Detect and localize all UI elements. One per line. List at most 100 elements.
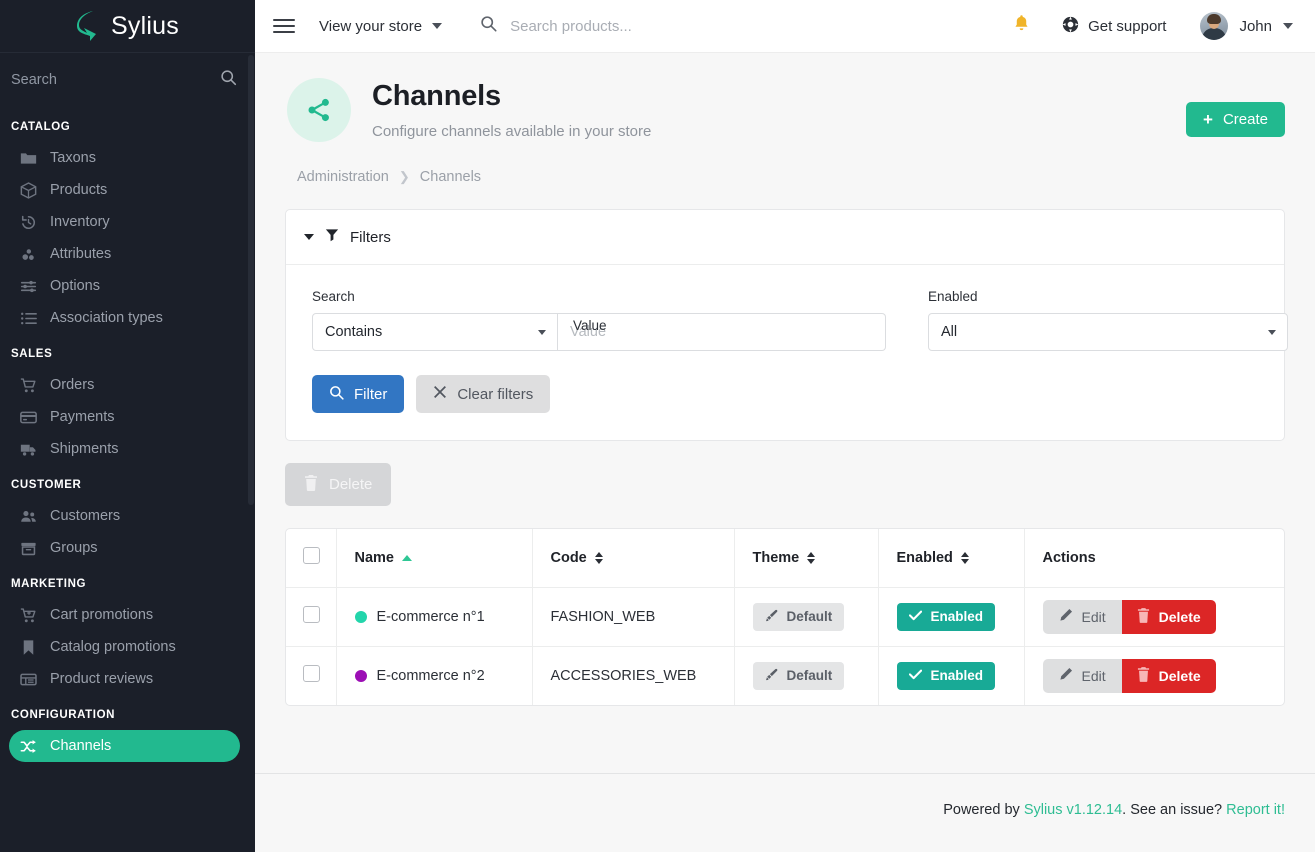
sidebar-item-label: Channels: [50, 738, 112, 754]
sidebar-item-groups[interactable]: Groups: [9, 532, 240, 564]
check-icon: [908, 609, 922, 624]
channel-name: E-commerce n°1: [376, 608, 485, 625]
sidebar-item-orders[interactable]: Orders: [9, 369, 240, 401]
sort-both-icon: [960, 551, 969, 564]
cell-name: E-commerce n°2: [336, 646, 533, 705]
channels-table: Name Code Theme Enabled Actions E-commer…: [285, 528, 1285, 706]
column-header-name[interactable]: Name: [336, 529, 533, 588]
filters-panel-header[interactable]: Filters: [286, 210, 1284, 265]
bulk-delete-button[interactable]: Delete: [285, 463, 392, 506]
breadcrumb: Administration ❯ Channels: [255, 142, 1315, 185]
enabled-badge-label: Enabled: [930, 668, 984, 684]
filter-button[interactable]: Filter: [312, 375, 405, 413]
bookmark-icon: [18, 637, 38, 657]
hamburger-icon[interactable]: [273, 15, 295, 37]
sidebar-item-label: Orders: [50, 377, 95, 393]
sidebar-item-customers[interactable]: Customers: [9, 500, 240, 532]
enabled-badge-label: Enabled: [930, 609, 984, 624]
cell-actions: Edit Delete: [1024, 587, 1284, 647]
lifebuoy-icon: [1062, 16, 1079, 37]
sidebar-item-label: Cart promotions: [50, 607, 154, 623]
list-icon: [18, 308, 38, 328]
sidebar-scrollbar-thumb[interactable]: [248, 55, 254, 505]
filter-value-input[interactable]: [558, 313, 886, 351]
box-icon: [18, 180, 38, 200]
report-issue-link[interactable]: Report it!: [1226, 802, 1285, 818]
caret-down-icon: [538, 329, 546, 335]
sylius-version-link[interactable]: Sylius v1.12.14: [1024, 802, 1122, 818]
filter-value-label: Value: [573, 318, 607, 333]
share-nodes-icon: [287, 78, 351, 142]
enabled-badge: Enabled: [896, 602, 996, 631]
cell-actions: Edit Delete: [1024, 646, 1284, 705]
sliders-icon: [18, 276, 38, 296]
page-subtitle: Configure channels available in your sto…: [372, 122, 652, 140]
row-checkbox[interactable]: [303, 665, 320, 683]
bell-icon[interactable]: [1013, 14, 1030, 38]
credit-card-icon: [18, 407, 38, 427]
edit-button[interactable]: Edit: [1042, 599, 1122, 634]
sidebar-item-cart-promotions[interactable]: Cart promotions: [9, 599, 240, 631]
sidebar-section-title: MARKETING: [11, 578, 87, 590]
sidebar-item-products[interactable]: Products: [9, 174, 240, 206]
filter-icon: [325, 228, 339, 247]
bulk-actions: Delete: [255, 441, 1315, 506]
sidebar-search[interactable]: Search: [0, 53, 255, 107]
select-all-checkbox[interactable]: [303, 547, 320, 565]
clear-filters-button[interactable]: Clear filters: [416, 375, 551, 413]
enabled-select[interactable]: All: [928, 313, 1288, 351]
filters-title: Filters: [350, 228, 391, 246]
shuffle-icon: [18, 736, 38, 756]
sidebar-item-catalog-promotions[interactable]: Catalog promotions: [9, 631, 240, 663]
topbar-search[interactable]: Search products...: [480, 15, 1013, 37]
column-header-theme[interactable]: Theme: [734, 529, 879, 588]
sidebar-item-shipments[interactable]: Shipments: [9, 433, 240, 465]
search-input[interactable]: Search products...: [510, 18, 632, 35]
column-header-code-label: Code: [550, 549, 587, 566]
edit-button[interactable]: Edit: [1042, 658, 1122, 693]
user-menu[interactable]: John: [1200, 12, 1293, 40]
delete-button[interactable]: Delete: [1121, 658, 1216, 693]
sidebar-item-channels[interactable]: Channels: [9, 730, 240, 762]
sort-both-icon: [594, 551, 603, 564]
sidebar-item-inventory[interactable]: Inventory: [9, 206, 240, 238]
sidebar-item-association-types[interactable]: Association types: [9, 302, 240, 334]
sidebar-item-label: Catalog promotions: [50, 639, 176, 655]
cell-name: E-commerce n°1: [336, 587, 533, 647]
brand-header[interactable]: Sylius: [0, 0, 255, 53]
search-icon[interactable]: [220, 69, 237, 91]
sidebar-item-product-reviews[interactable]: Product reviews: [9, 663, 240, 695]
breadcrumb-item-administration[interactable]: Administration: [297, 169, 389, 185]
delete-button[interactable]: Delete: [1121, 599, 1216, 634]
column-header-code[interactable]: Code: [532, 529, 735, 588]
users-icon: [18, 506, 38, 526]
create-button[interactable]: + Create: [1186, 102, 1285, 137]
filter-enabled-group: Enabled All: [928, 289, 1288, 351]
channel-name: E-commerce n°2: [376, 667, 485, 684]
sidebar-item-label: Attributes: [50, 246, 112, 262]
chevron-down-icon: [432, 23, 443, 29]
table-icon: [18, 669, 38, 689]
delete-button-label: Delete: [1158, 608, 1201, 625]
history-icon: [18, 212, 38, 232]
sidebar-section-title: SALES: [11, 348, 53, 360]
sidebar-item-options[interactable]: Options: [9, 270, 240, 302]
get-support-button[interactable]: Get support: [1062, 16, 1166, 37]
sidebar-item-taxons[interactable]: Taxons: [9, 142, 240, 174]
folder-icon: [18, 148, 38, 168]
caret-down-icon: [1268, 329, 1276, 335]
search-type-select[interactable]: Contains: [312, 313, 558, 351]
paint-brush-icon: [765, 668, 778, 684]
sidebar-item-payments[interactable]: Payments: [9, 401, 240, 433]
molecule-icon: [18, 244, 38, 264]
cart-plus-icon: [18, 605, 38, 625]
sidebar-item-attributes[interactable]: Attributes: [9, 238, 240, 270]
sylius-logo-icon: [77, 11, 97, 41]
column-header-enabled[interactable]: Enabled: [878, 529, 1025, 588]
row-checkbox[interactable]: [303, 606, 320, 623]
cell-enabled: Enabled: [878, 587, 1025, 647]
view-your-store-dropdown[interactable]: View your store: [319, 18, 443, 35]
cell-code: FASHION_WEB: [532, 587, 735, 647]
sidebar-search-input[interactable]: Search: [11, 72, 220, 88]
sidebar-item-label: Shipments: [50, 441, 119, 457]
